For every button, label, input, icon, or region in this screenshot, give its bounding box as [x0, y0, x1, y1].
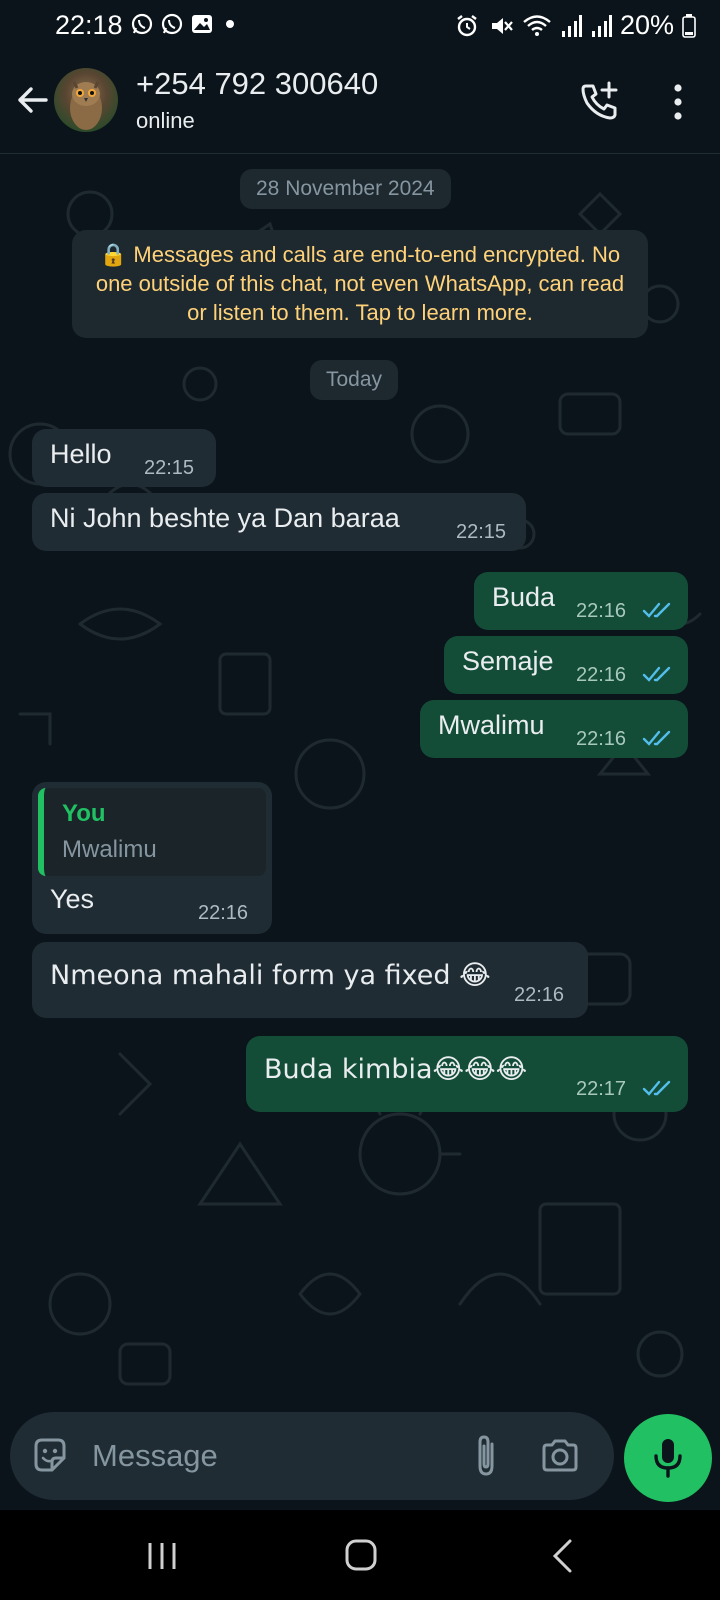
chat-area[interactable]: 28 November 2024 🔒 Messages and calls ar…: [0, 154, 720, 1410]
read-receipt-icon: [642, 1080, 671, 1096]
camera-icon[interactable]: [540, 1436, 580, 1476]
message-time: 22:16: [576, 600, 627, 622]
contact-status: online: [136, 108, 195, 133]
battery-icon: [682, 13, 696, 38]
outgoing-message[interactable]: Semaje 22:16: [444, 636, 688, 694]
message-time: 22:17: [576, 1078, 627, 1100]
mute-icon: [491, 17, 513, 34]
message-time: 22:16: [576, 728, 627, 750]
message-time: 22:15: [456, 521, 507, 543]
back-arrow-icon[interactable]: [14, 82, 50, 118]
message-time: 22:16: [576, 664, 627, 686]
sticker-icon[interactable]: [30, 1436, 70, 1476]
incoming-message[interactable]: Hello 22:15: [32, 429, 216, 487]
message-input[interactable]: [92, 1434, 432, 1478]
message-text: Buda kimbia😂😂😂: [264, 1054, 528, 1085]
more-options-icon[interactable]: [662, 82, 694, 122]
microphone-icon: [654, 1439, 682, 1478]
alarm-icon: [457, 14, 477, 36]
message-text: Ni John beshte ya Dan baraa: [50, 503, 400, 533]
today-chip: Today: [310, 360, 399, 400]
incoming-message[interactable]: Ni John beshte ya Dan baraa 22:15: [32, 493, 526, 551]
date-chip: 28 November 2024: [240, 169, 451, 209]
nav-back-icon[interactable]: [550, 1538, 574, 1574]
message-text: Semaje: [462, 646, 554, 676]
status-bar: 22:18 20%: [0, 0, 720, 52]
recent-apps-icon[interactable]: [144, 1540, 180, 1572]
composer-bar: [10, 1412, 614, 1500]
quote-author: You: [62, 800, 106, 827]
message-text: Buda: [492, 582, 556, 612]
outgoing-message[interactable]: Mwalimu 22:16: [420, 700, 688, 758]
gallery-icon: [192, 15, 212, 33]
message-time: 22:15: [144, 457, 195, 479]
voice-message-button[interactable]: [624, 1414, 712, 1502]
avatar[interactable]: [54, 68, 118, 132]
dot-icon: [226, 20, 234, 28]
signal-icon: [591, 14, 612, 37]
attach-icon[interactable]: [468, 1434, 504, 1478]
quoted-message[interactable]: You Mwalimu: [38, 788, 266, 876]
status-time: 22:18: [55, 10, 123, 40]
system-navigation-bar: [0, 1510, 720, 1600]
message-time: 22:16: [514, 984, 565, 1006]
whatsapp-icon: [131, 13, 153, 35]
battery-percent: 20%: [619, 10, 674, 40]
read-receipt-icon: [642, 666, 671, 682]
add-call-icon[interactable]: [578, 80, 622, 124]
quote-text: Mwalimu: [62, 836, 157, 863]
owl-icon: [70, 81, 102, 130]
incoming-reply-message[interactable]: You Mwalimu Yes 22:16: [32, 782, 272, 934]
message-text: Yes: [50, 884, 95, 914]
whatsapp-icon: [161, 13, 183, 35]
message-time: 22:16: [198, 902, 249, 924]
read-receipt-icon: [642, 730, 671, 746]
home-icon[interactable]: [344, 1538, 378, 1572]
contact-name[interactable]: +254 792 300640: [136, 66, 378, 102]
signal-icon: [561, 14, 582, 37]
outgoing-message[interactable]: Buda kimbia😂😂😂 22:17: [246, 1036, 688, 1112]
message-text: Nmeona mahali form ya fixed 😂: [50, 960, 491, 991]
read-receipt-icon: [642, 602, 671, 618]
wifi-icon: [523, 14, 551, 36]
chat-header: +254 792 300640 online: [0, 52, 720, 154]
message-text: Mwalimu: [438, 710, 545, 740]
outgoing-message[interactable]: Buda 22:16: [474, 572, 688, 630]
encryption-notice[interactable]: 🔒 Messages and calls are end-to-end encr…: [72, 230, 648, 338]
incoming-message[interactable]: Nmeona mahali form ya fixed 😂 22:16: [32, 942, 588, 1018]
message-text: Hello: [50, 439, 112, 469]
